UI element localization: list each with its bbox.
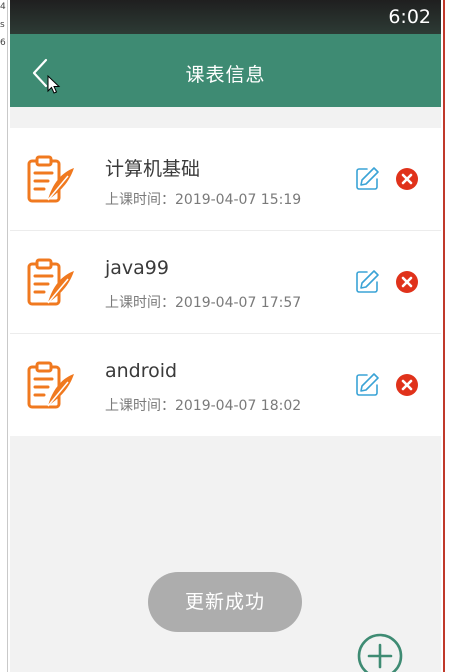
status-bar: 6:02 xyxy=(10,0,441,34)
course-time: 上课时间：2019-04-07 18:02 xyxy=(105,395,301,415)
phone-screen: 6:02 课表信息 计算机基础 上课时间：2019-04-07 15:19 ja… xyxy=(10,0,441,672)
status-time: 6:02 xyxy=(388,6,431,28)
course-time-value: 2019-04-07 17:57 xyxy=(175,295,302,311)
app-bar: 课表信息 xyxy=(10,34,441,107)
toast-message: 更新成功 xyxy=(148,572,302,632)
stray-char: s xyxy=(0,20,5,30)
course-time-label: 上课时间： xyxy=(105,192,175,208)
edit-icon[interactable] xyxy=(354,166,380,192)
course-row[interactable]: java99 上课时间：2019-04-07 17:57 xyxy=(10,231,441,334)
course-time: 上课时间：2019-04-07 15:19 xyxy=(105,189,301,209)
left-margin: 4 s 6 xyxy=(0,0,10,672)
stray-char: 6 xyxy=(0,38,6,48)
course-time: 上课时间：2019-04-07 17:57 xyxy=(105,292,301,312)
clipboard-feather-icon xyxy=(27,361,74,409)
course-name: java99 xyxy=(105,257,169,279)
screen: 4 s 6 6:02 课表信息 计算机基础 上课时间：2019-04-07 15… xyxy=(0,0,449,672)
right-margin xyxy=(443,0,449,672)
delete-icon[interactable] xyxy=(395,167,419,191)
edit-icon[interactable] xyxy=(354,269,380,295)
course-list: 计算机基础 上课时间：2019-04-07 15:19 java99 上课时间：… xyxy=(10,128,441,436)
course-name: 计算机基础 xyxy=(105,158,201,180)
course-time-value: 2019-04-07 15:19 xyxy=(175,192,302,208)
delete-icon[interactable] xyxy=(395,270,419,294)
edit-icon[interactable] xyxy=(354,372,380,398)
course-time-label: 上课时间： xyxy=(105,295,175,311)
course-name: android xyxy=(105,360,178,382)
course-time-label: 上课时间： xyxy=(105,398,175,414)
clipboard-feather-icon xyxy=(27,155,74,203)
add-circle-icon[interactable] xyxy=(356,632,404,672)
stray-char: 4 xyxy=(0,2,6,12)
delete-icon[interactable] xyxy=(395,373,419,397)
course-time-value: 2019-04-07 18:02 xyxy=(175,398,302,414)
page-title: 课表信息 xyxy=(185,64,266,86)
left-border-line xyxy=(7,0,8,672)
course-row[interactable]: android 上课时间：2019-04-07 18:02 xyxy=(10,334,441,436)
course-row[interactable]: 计算机基础 上课时间：2019-04-07 15:19 xyxy=(10,128,441,231)
right-border-line xyxy=(443,0,445,672)
clipboard-feather-icon xyxy=(27,258,74,306)
